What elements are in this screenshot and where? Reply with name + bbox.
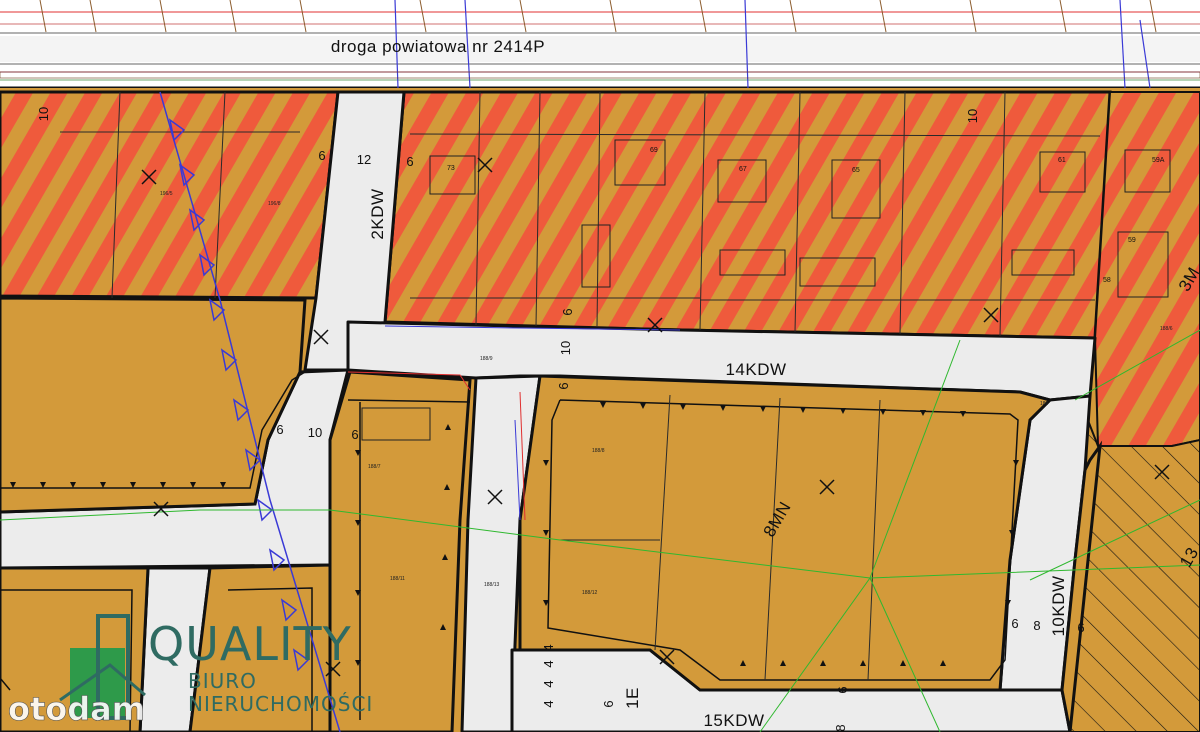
zone-2kdw: 2KDW bbox=[368, 188, 387, 239]
top-road: droga powiatowa nr 2414P bbox=[0, 0, 1200, 90]
parcel-188-7: 188/7 bbox=[368, 464, 381, 470]
dim-12: 12 bbox=[357, 152, 371, 167]
parcel-186: 186 bbox=[1040, 401, 1049, 407]
parcel-188-8: 188/8 bbox=[592, 448, 605, 454]
dim-10-left: 10 bbox=[36, 107, 51, 121]
parcel-59a: 59A bbox=[1152, 157, 1165, 164]
dim-6-left-road: 6 bbox=[276, 422, 283, 437]
dim-6-a: 6 bbox=[318, 148, 325, 163]
zoning-map[interactable]: droga powiatowa nr 2414P 10 12 6 6 10 6 … bbox=[0, 0, 1200, 732]
dim-6-c: 6 bbox=[556, 382, 571, 389]
dim-6-b: 6 bbox=[406, 154, 413, 169]
parcel-196-5: 196/5 bbox=[160, 191, 173, 197]
dim-10-left-road: 10 bbox=[308, 425, 322, 440]
dim-10-top-right: 10 bbox=[965, 109, 980, 123]
zone-1e: 1E bbox=[623, 687, 642, 709]
parcel-69: 69 bbox=[650, 147, 658, 154]
parcel-59: 59 bbox=[1128, 237, 1136, 244]
dim-6-small: 6 bbox=[601, 700, 616, 707]
parcel-188-13: 188/13 bbox=[484, 582, 500, 588]
dim-8-bottom: 8 bbox=[833, 724, 848, 731]
parcel-58: 58 bbox=[1103, 277, 1111, 284]
dim-6-left-road-b: 6 bbox=[351, 427, 358, 442]
dim-4-c: 4 bbox=[541, 680, 556, 687]
dim-6-right-b: 6 bbox=[1077, 620, 1084, 635]
zone-10kdw: 10KDW bbox=[1049, 575, 1068, 636]
parcel-65: 65 bbox=[852, 167, 860, 174]
dim-4-d: 4 bbox=[541, 700, 556, 707]
logo-brand: QUALITY bbox=[148, 617, 352, 671]
road-title: droga powiatowa nr 2414P bbox=[331, 37, 545, 56]
dim-4-a: 4 bbox=[541, 644, 556, 651]
parcel-188-9: 188/9 bbox=[480, 356, 493, 362]
logo-line1: BIURO bbox=[188, 669, 257, 693]
dim-6-bottom: 6 bbox=[835, 686, 850, 693]
parcel-196-8: 196/8 bbox=[268, 201, 281, 207]
map-canvas[interactable]: droga powiatowa nr 2414P 10 12 6 6 10 6 … bbox=[0, 0, 1200, 732]
dim-8-right: 8 bbox=[1033, 618, 1040, 633]
dim-6-mid: 6 bbox=[560, 308, 575, 315]
logo-line2: NIERUCHOMOŚCI bbox=[188, 692, 373, 716]
parcel-67: 67 bbox=[739, 166, 747, 173]
parcel-61: 61 bbox=[1058, 157, 1066, 164]
dim-10-mid: 10 bbox=[558, 341, 573, 355]
zone-14kdw: 14KDW bbox=[725, 360, 786, 379]
parcel-73: 73 bbox=[447, 165, 455, 172]
dim-4-b: 4 bbox=[541, 660, 556, 667]
zone-15kdw: 15KDW bbox=[703, 711, 764, 730]
dim-6-right-a: 6 bbox=[1011, 616, 1018, 631]
watermark-otodam: otodam bbox=[8, 690, 145, 728]
parcel-188-11: 188/11 bbox=[390, 576, 405, 582]
parcel-188-6: 188/6 bbox=[1160, 326, 1173, 332]
parcel-188-12: 188/12 bbox=[582, 590, 598, 596]
